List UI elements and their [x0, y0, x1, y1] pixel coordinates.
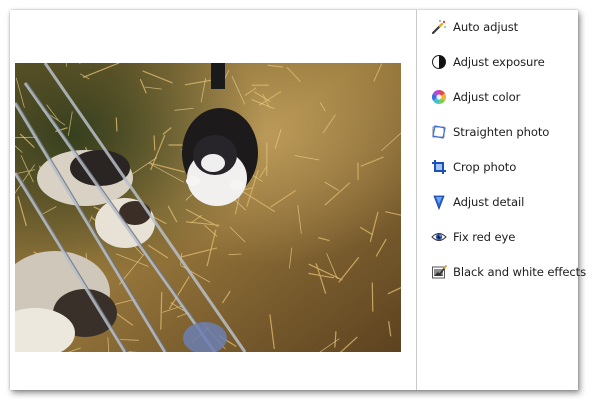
exposure-icon [431, 54, 447, 70]
adjust-color-label: Adjust color [453, 90, 521, 104]
adjust-detail-button[interactable]: Adjust detail [431, 191, 524, 213]
crop-photo-label: Crop photo [453, 160, 517, 174]
adjust-color-button[interactable]: Adjust color [431, 86, 520, 108]
photo-viewer [10, 10, 416, 390]
adjust-exposure-button[interactable]: Adjust exposure [431, 51, 545, 73]
photo-image[interactable] [15, 63, 401, 352]
adjust-detail-label: Adjust detail [453, 195, 525, 209]
edit-panel: Auto adjust Adjust exposure Adjust color… [417, 10, 586, 390]
fix-red-eye-button[interactable]: Fix red eye [431, 226, 515, 248]
adjust-exposure-label: Adjust exposure [453, 55, 545, 69]
crop-photo-button[interactable]: Crop photo [431, 156, 516, 178]
black-and-white-effects-label: Black and white effects [453, 265, 587, 279]
bw-effects-icon [431, 264, 447, 280]
color-wheel-icon [431, 89, 447, 105]
eye-icon [431, 229, 447, 245]
straighten-photo-label: Straighten photo [453, 125, 550, 139]
straighten-icon [431, 124, 447, 140]
black-and-white-effects-button[interactable]: Black and white effects [431, 261, 586, 283]
photo-gallery-window: Auto adjust Adjust exposure Adjust color… [10, 10, 586, 390]
fix-red-eye-label: Fix red eye [453, 230, 516, 244]
auto-adjust-label: Auto adjust [453, 20, 519, 34]
straighten-photo-button[interactable]: Straighten photo [431, 121, 549, 143]
crop-icon [431, 159, 447, 175]
magic-wand-icon [431, 19, 447, 35]
auto-adjust-button[interactable]: Auto adjust [431, 16, 518, 38]
detail-triangle-icon [431, 194, 447, 210]
